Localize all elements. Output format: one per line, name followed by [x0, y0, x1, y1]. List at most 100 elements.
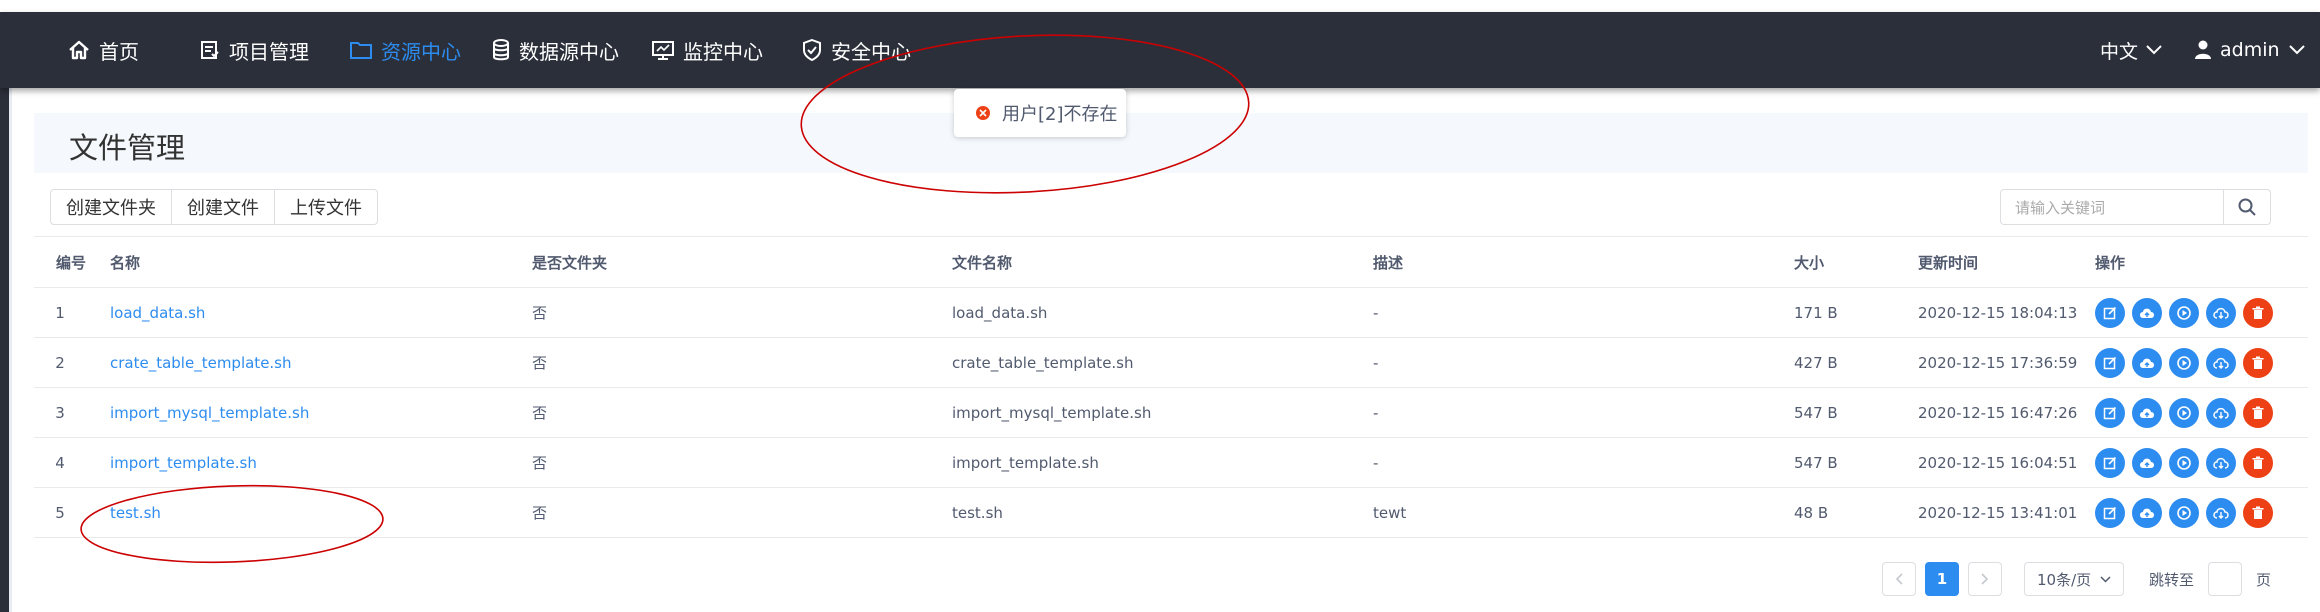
edit-button[interactable]	[2095, 447, 2125, 478]
window-top-strip	[0, 0, 2320, 12]
cell-is-folder: 否	[532, 304, 548, 322]
delete-button[interactable]	[2243, 347, 2273, 378]
nav-item-datasource[interactable]: 数据源中心	[492, 12, 619, 88]
upload-file-button[interactable]: 上传文件	[274, 189, 378, 225]
chevron-down-icon	[2288, 45, 2305, 55]
rename-button[interactable]	[2169, 397, 2199, 428]
cloud-download-icon	[2213, 457, 2229, 469]
table-row: 3 import_mysql_template.sh 否 import_mysql_t…	[34, 388, 2308, 438]
cell-file-name: test.sh	[952, 503, 1003, 522]
play-circle-icon	[2177, 305, 2191, 320]
chevron-right-icon	[1981, 573, 1989, 585]
cell-updated: 2020-12-15 16:47:26	[1918, 403, 2078, 422]
cell-actions	[2095, 338, 2280, 387]
cloud-download-icon	[2213, 357, 2229, 369]
cell-is-folder: 否	[532, 504, 548, 522]
reupload-button[interactable]	[2132, 297, 2162, 328]
user-menu[interactable]: admin	[2194, 12, 2305, 88]
cell-size: 171 B	[1794, 303, 1838, 322]
delete-button[interactable]	[2243, 297, 2273, 328]
download-button[interactable]	[2206, 447, 2236, 478]
reupload-button[interactable]	[2132, 447, 2162, 478]
download-button[interactable]	[2206, 297, 2236, 328]
file-name-link[interactable]: crate_table_template.sh	[110, 354, 292, 372]
chevron-left-icon	[1895, 573, 1903, 585]
download-button[interactable]	[2206, 347, 2236, 378]
cell-size: 547 B	[1794, 453, 1838, 472]
download-button[interactable]	[2206, 397, 2236, 428]
search-input[interactable]: 请输入关键词	[2000, 189, 2224, 225]
cell-id: 2	[55, 353, 65, 372]
file-name-link[interactable]: test.sh	[110, 504, 161, 522]
rename-button[interactable]	[2169, 297, 2199, 328]
create-file-button[interactable]: 创建文件	[171, 189, 275, 225]
cell-id: 4	[55, 453, 65, 472]
nav-label-security: 安全中心	[831, 39, 911, 64]
cell-description: -	[1373, 453, 1379, 472]
cell-is-folder: 否	[532, 354, 548, 372]
cell-file-name: import_mysql_template.sh	[952, 403, 1152, 422]
main-content: 文件管理 创建文件夹 创建文件 上传文件 请输入关键词 编号 名称 是否文件夹 …	[12, 88, 2320, 612]
delete-button[interactable]	[2243, 497, 2273, 528]
top-navbar: 首页 项目管理 资源中心 数据源中心 监控中心 安全中心 中文 admin	[0, 12, 2320, 88]
trash-icon	[2252, 456, 2264, 469]
cell-actions	[2095, 388, 2280, 437]
language-select[interactable]: 中文	[2100, 12, 2162, 88]
cell-name: load_data.sh	[110, 288, 205, 337]
search-button[interactable]	[2223, 189, 2271, 225]
delete-button[interactable]	[2243, 447, 2273, 478]
toolbar-divider	[34, 236, 2308, 237]
nav-item-project[interactable]: 项目管理	[200, 12, 309, 88]
page-unit-label: 页	[2256, 570, 2272, 589]
cloud-download-icon	[2213, 507, 2229, 519]
file-table: 编号 名称 是否文件夹 文件名称 描述 大小 更新时间 操作 1 load_dat…	[34, 238, 2308, 538]
create-folder-button[interactable]: 创建文件夹	[50, 189, 172, 225]
language-label: 中文	[2100, 40, 2139, 63]
page-number-current[interactable]: 1	[1925, 562, 1959, 596]
cell-name: import_mysql_template.sh	[110, 388, 309, 437]
file-name-link[interactable]: import_template.sh	[110, 454, 257, 472]
cell-description: tewt	[1373, 503, 1407, 522]
cell-file-name: import_template.sh	[952, 453, 1099, 472]
database-icon	[492, 39, 510, 61]
delete-button[interactable]	[2243, 397, 2273, 428]
nav-item-security[interactable]: 安全中心	[802, 12, 911, 88]
header-id: 编号	[56, 254, 87, 272]
next-page-button[interactable]	[1968, 562, 2002, 596]
reupload-button[interactable]	[2132, 497, 2162, 528]
cell-description: -	[1373, 353, 1379, 372]
table-row: 1 load_data.sh 否 load_data.sh - 171 B 2020-12-…	[34, 288, 2308, 338]
rename-button[interactable]	[2169, 347, 2199, 378]
table-row: 2 crate_table_template.sh 否 crate_table_tem…	[34, 338, 2308, 388]
page-size-select[interactable]: 10条/页	[2024, 562, 2124, 596]
nav-label-datasource: 数据源中心	[519, 39, 619, 64]
reupload-button[interactable]	[2132, 347, 2162, 378]
edit-button[interactable]	[2095, 497, 2125, 528]
nav-item-monitor[interactable]: 监控中心	[652, 12, 763, 88]
file-name-link[interactable]: load_data.sh	[110, 304, 205, 322]
rename-button[interactable]	[2169, 497, 2199, 528]
reupload-button[interactable]	[2132, 397, 2162, 428]
cell-size: 427 B	[1794, 353, 1838, 372]
cell-description: -	[1373, 303, 1379, 322]
header-updated: 更新时间	[1918, 254, 1979, 272]
chevron-down-icon	[2100, 575, 2111, 583]
edit-button[interactable]	[2095, 347, 2125, 378]
cell-updated: 2020-12-15 17:36:59	[1918, 353, 2078, 372]
rename-button[interactable]	[2169, 447, 2199, 478]
left-frame-bar	[0, 88, 9, 612]
nav-item-resource[interactable]: 资源中心	[350, 12, 461, 88]
header-file-name: 文件名称	[952, 254, 1013, 272]
cell-actions	[2095, 438, 2280, 487]
nav-item-home[interactable]: 首页	[68, 12, 139, 88]
prev-page-button[interactable]	[1882, 562, 1916, 596]
cloud-download-icon	[2213, 307, 2229, 319]
home-icon	[68, 40, 90, 60]
download-button[interactable]	[2206, 497, 2236, 528]
project-icon	[200, 40, 220, 60]
edit-button[interactable]	[2095, 397, 2125, 428]
page-header: 文件管理	[34, 113, 2308, 173]
edit-button[interactable]	[2095, 297, 2125, 328]
file-name-link[interactable]: import_mysql_template.sh	[110, 404, 309, 422]
jump-page-input[interactable]	[2208, 562, 2242, 596]
